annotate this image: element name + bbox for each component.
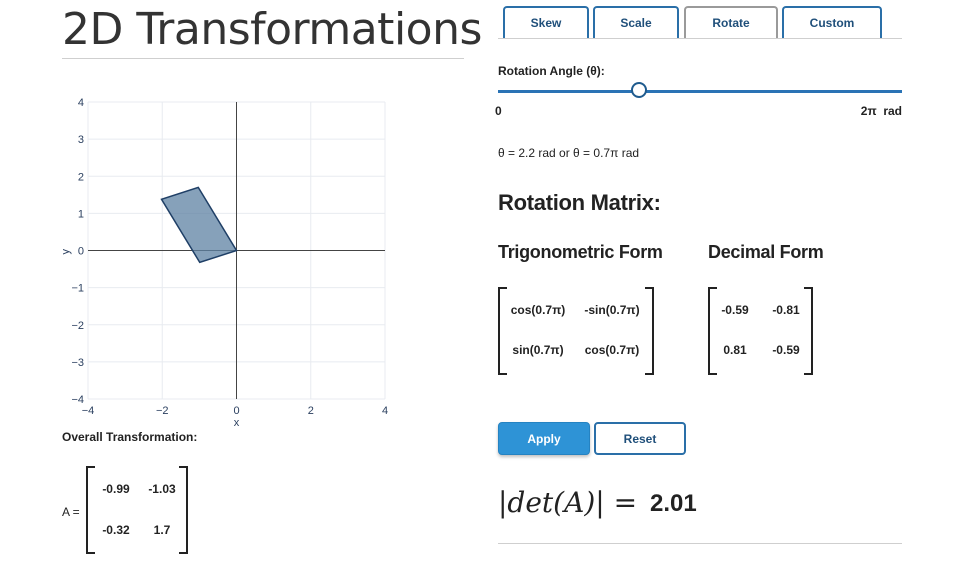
determinant-divider — [498, 543, 902, 544]
x-tick-label: −4 — [82, 405, 95, 417]
trig-matrix-cell: sin(0.7π) — [512, 343, 564, 357]
y-tick-label: 2 — [78, 171, 84, 183]
apply-button[interactable]: Apply — [498, 422, 590, 455]
matrix-left-bracket — [708, 287, 717, 375]
x-tick-label: 2 — [308, 405, 314, 417]
y-tick-label: 4 — [78, 97, 84, 109]
y-tick-label: −2 — [71, 320, 84, 332]
trig-matrix-cell: cos(0.7π) — [510, 303, 566, 317]
slider-thumb[interactable] — [631, 82, 648, 98]
overall-matrix-cell: 1.7 — [153, 523, 171, 537]
transformed-shape — [160, 186, 238, 264]
matrix-a-label: A = — [62, 505, 80, 519]
y-axis-title: y — [60, 249, 72, 255]
tabs-divider — [498, 38, 902, 39]
y-tick-label: 3 — [78, 134, 84, 146]
x-tick-label: 4 — [382, 405, 388, 417]
tab-rotate[interactable]: Rotate — [684, 6, 778, 38]
matrix-right-bracket — [645, 287, 654, 375]
decimal-form-heading: Decimal Form — [708, 242, 824, 262]
tab-custom[interactable]: Custom — [782, 6, 882, 38]
rotation-angle-slider[interactable] — [498, 90, 902, 93]
overall-matrix-cell: -1.03 — [148, 482, 176, 496]
rotation-angle-label: Rotation Angle (θ): — [498, 64, 605, 78]
trig-matrix-cell: cos(0.7π) — [584, 343, 640, 357]
matrix-right-bracket — [179, 466, 188, 554]
matrix-left-bracket — [86, 466, 95, 554]
page-title: 2D Transformations — [62, 4, 482, 55]
overall-transformation-label: Overall Transformation: — [62, 430, 198, 444]
y-tick-label: 0 — [78, 246, 84, 258]
reset-button[interactable]: Reset — [594, 422, 686, 455]
x-tick-label: 0 — [233, 405, 239, 417]
trig-matrix-cell: -sin(0.7π) — [584, 303, 640, 317]
transformation-plot[interactable]: −4 −2 0 2 4 4 3 2 1 0 −1 −2 −3 −4 x y — [55, 92, 400, 427]
slider-max-label: 2π rad — [860, 104, 902, 118]
tab-scale[interactable]: Scale — [593, 6, 679, 38]
decimal-matrix-cell: -0.81 — [772, 303, 800, 317]
y-tick-label: −3 — [71, 357, 84, 369]
y-tick-label: −1 — [71, 283, 84, 295]
matrix-right-bracket — [804, 287, 813, 375]
x-axis-title: x — [234, 417, 240, 427]
decimal-matrix-cell: -0.59 — [772, 343, 800, 357]
tab-skew[interactable]: Skew — [503, 6, 589, 38]
trigonometric-form-heading: Trigonometric Form — [498, 242, 663, 262]
title-divider — [62, 58, 464, 59]
plot-tick-labels: −4 −2 0 2 4 4 3 2 1 0 −1 −2 −3 −4 — [71, 97, 388, 417]
slider-min-label: 0 — [495, 104, 502, 118]
angle-readout: θ = 2.2 rad or θ = 0.7π rad — [498, 146, 640, 160]
y-tick-label: −4 — [71, 394, 84, 406]
matrix-left-bracket — [498, 287, 507, 375]
determinant-expression: |det(A)| = — [498, 486, 638, 519]
y-tick-label: 1 — [78, 208, 84, 220]
x-tick-label: −2 — [156, 405, 169, 417]
rotation-matrix-heading: Rotation Matrix: — [498, 190, 661, 215]
determinant-value: 2.01 — [650, 490, 697, 517]
